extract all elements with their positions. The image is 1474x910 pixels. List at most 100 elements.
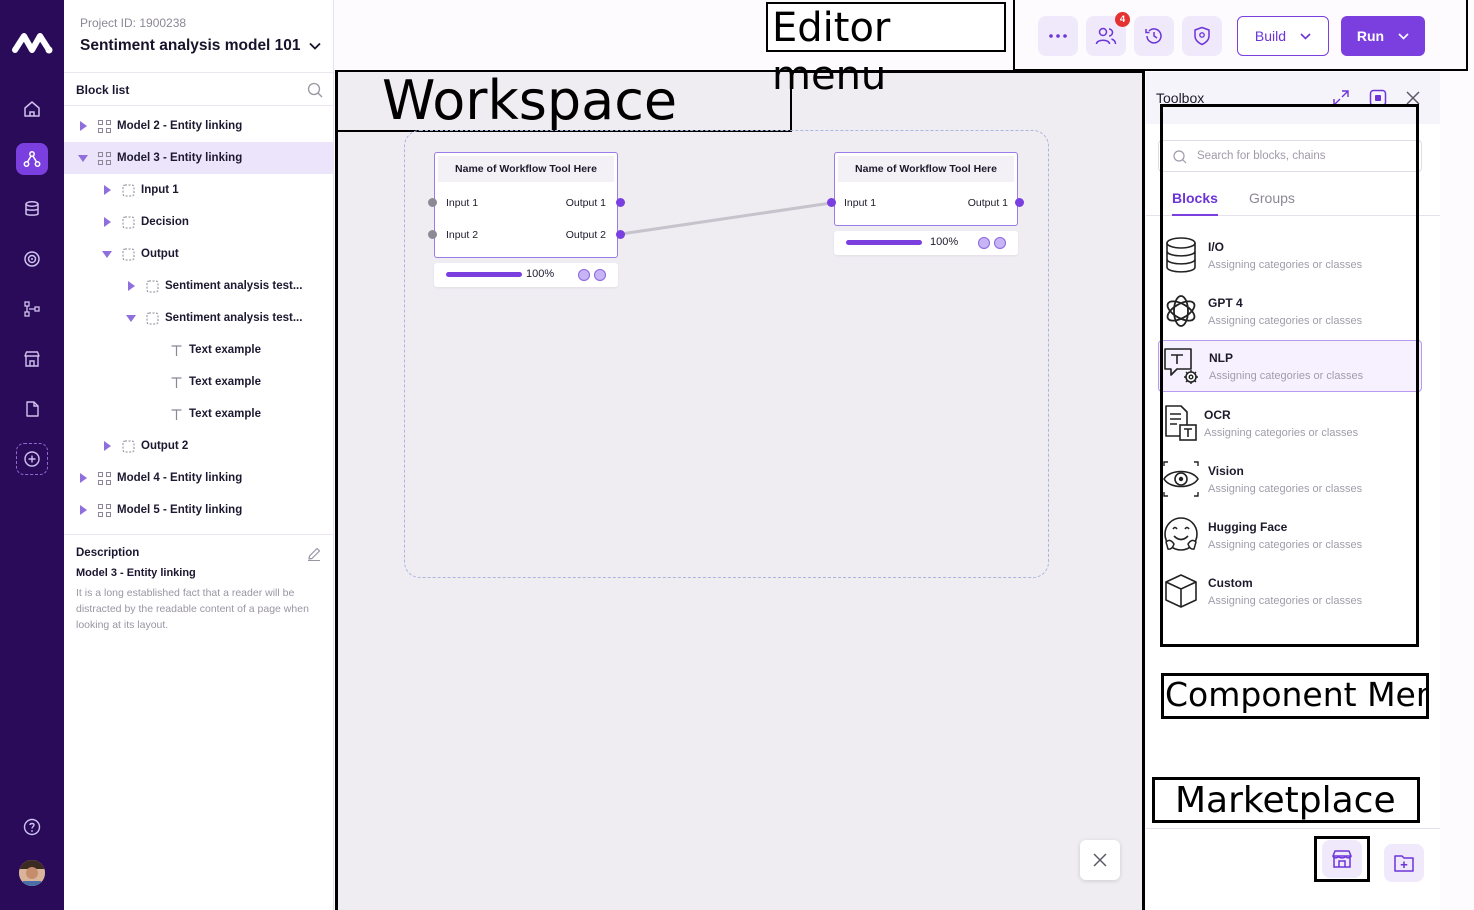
output-port[interactable] — [616, 198, 625, 207]
database-icon[interactable] — [16, 193, 48, 225]
tree-item-model-2[interactable]: Model 2 - Entity linking — [64, 110, 333, 142]
output-port[interactable] — [616, 230, 625, 239]
history-icon — [1145, 28, 1162, 44]
node-output-label: Output 1 — [565, 197, 606, 209]
tree-item-text-example[interactable]: Text example — [64, 366, 333, 398]
build-label: Build — [1254, 28, 1287, 44]
chevron-down-icon — [1300, 32, 1311, 40]
input-port[interactable] — [827, 198, 836, 207]
security-button[interactable] — [1182, 16, 1222, 56]
caret-right-icon[interactable] — [78, 473, 88, 483]
caret-down-icon[interactable] — [102, 249, 112, 259]
status-dot[interactable] — [978, 237, 990, 249]
help-icon[interactable] — [16, 811, 48, 843]
tree-item-model-4[interactable]: Model 4 - Entity linking — [64, 462, 333, 494]
project-selector[interactable]: Sentiment analysis model 101 — [80, 37, 321, 55]
node-progress: 100% — [434, 263, 618, 287]
marketplace-button[interactable] — [1314, 836, 1370, 882]
caret-down-icon[interactable] — [78, 153, 88, 163]
caret-right-icon[interactable] — [126, 281, 136, 291]
shield-icon — [1194, 26, 1210, 46]
caret-right-icon[interactable] — [78, 505, 88, 515]
annotation-workspace: Workspace — [336, 70, 792, 132]
tree-item-label: Text example — [189, 344, 262, 356]
close-icon[interactable] — [1406, 91, 1420, 105]
node-title: Name of Workflow Tool Here — [838, 156, 1014, 182]
tree-item-model-5[interactable]: Model 5 - Entity linking — [64, 494, 333, 526]
input-port[interactable] — [428, 198, 437, 207]
tree-item-label: Sentiment analysis test... — [165, 280, 303, 292]
tree-item-label: Model 3 - Entity linking — [117, 152, 243, 164]
node-input-label: Input 2 — [446, 229, 479, 241]
run-label: Run — [1356, 28, 1385, 44]
model-icon — [98, 151, 111, 165]
node-title: Name of Workflow Tool Here — [438, 156, 614, 182]
tree-item-label: Output 2 — [141, 440, 189, 452]
text-icon — [170, 344, 183, 357]
edit-icon[interactable] — [307, 547, 321, 561]
text-icon — [170, 408, 183, 421]
pipeline-icon[interactable] — [16, 293, 48, 325]
tree-item-label: Output — [141, 248, 179, 260]
tree-item-output-2[interactable]: Output 2 — [64, 430, 333, 462]
status-dot[interactable] — [594, 269, 606, 281]
editor-menu: 4 Build Run — [1013, 0, 1468, 71]
app-rail — [0, 0, 64, 910]
caret-right-icon[interactable] — [102, 217, 112, 227]
marketplace-button-inner[interactable] — [1322, 840, 1362, 878]
progress-percent: 100% — [526, 268, 555, 280]
more-options-button[interactable] — [1038, 16, 1078, 56]
search-icon[interactable] — [307, 82, 323, 98]
status-dot[interactable] — [994, 237, 1006, 249]
tree-item-sentiment-test-1[interactable]: Sentiment analysis test... — [64, 270, 333, 302]
store-icon[interactable] — [16, 343, 48, 375]
tree-item-model-3[interactable]: Model 3 - Entity linking — [64, 142, 333, 174]
block-list-title: Block list — [76, 83, 130, 97]
app-logo[interactable] — [12, 28, 54, 56]
block-icon — [122, 184, 135, 197]
add-icon[interactable] — [16, 443, 48, 475]
tree-item-label: Model 2 - Entity linking — [117, 120, 243, 132]
tree-item-text-example[interactable]: Text example — [64, 334, 333, 366]
close-workspace-button[interactable] — [1080, 840, 1120, 880]
tree-item-label: Input 1 — [141, 184, 179, 196]
node-output-label: Output 2 — [565, 229, 606, 241]
workflow-icon[interactable] — [16, 143, 48, 175]
caret-right-icon[interactable] — [102, 185, 112, 195]
description-title: Model 3 - Entity linking — [76, 567, 196, 579]
description-heading: Description — [76, 547, 140, 559]
tree-item-output[interactable]: Output — [64, 238, 333, 270]
run-button[interactable]: Run — [1341, 16, 1425, 56]
add-file-button[interactable] — [1384, 844, 1424, 882]
chevron-down-icon — [1398, 32, 1409, 40]
tree-item-label: Model 4 - Entity linking — [117, 472, 243, 484]
annotation-editor-menu: Editor menu — [766, 2, 1006, 99]
analytics-icon[interactable] — [16, 243, 48, 275]
workflow-node[interactable]: Name of Workflow Tool Here Input 1 Outpu… — [834, 152, 1018, 226]
input-port[interactable] — [428, 230, 437, 239]
caret-right-icon[interactable] — [78, 121, 88, 131]
collaborators-button[interactable]: 4 — [1086, 12, 1130, 56]
output-port[interactable] — [1015, 198, 1024, 207]
description-section: Description Model 3 - Entity linking It … — [64, 534, 333, 645]
tree-item-input-1[interactable]: Input 1 — [64, 174, 333, 206]
home-icon[interactable] — [16, 93, 48, 125]
tree-item-sentiment-test-2[interactable]: Sentiment analysis test... — [64, 302, 333, 334]
component-menu-frame — [1160, 104, 1419, 647]
history-button[interactable] — [1134, 16, 1174, 56]
caret-right-icon[interactable] — [102, 441, 112, 451]
build-button[interactable]: Build — [1237, 16, 1329, 56]
workflow-node[interactable]: Name of Workflow Tool Here Input 1 Outpu… — [434, 152, 618, 258]
block-icon — [122, 248, 135, 261]
document-icon[interactable] — [16, 393, 48, 425]
status-dot[interactable] — [578, 269, 590, 281]
model-icon — [98, 503, 111, 517]
user-avatar[interactable] — [19, 860, 45, 886]
block-icon — [122, 216, 135, 229]
model-icon — [98, 471, 111, 485]
tree-item-decision[interactable]: Decision — [64, 206, 333, 238]
project-title: Sentiment analysis model 101 — [80, 37, 301, 54]
tree-item-text-example[interactable]: Text example — [64, 398, 333, 430]
close-icon — [1093, 853, 1107, 867]
caret-down-icon[interactable] — [126, 313, 136, 323]
